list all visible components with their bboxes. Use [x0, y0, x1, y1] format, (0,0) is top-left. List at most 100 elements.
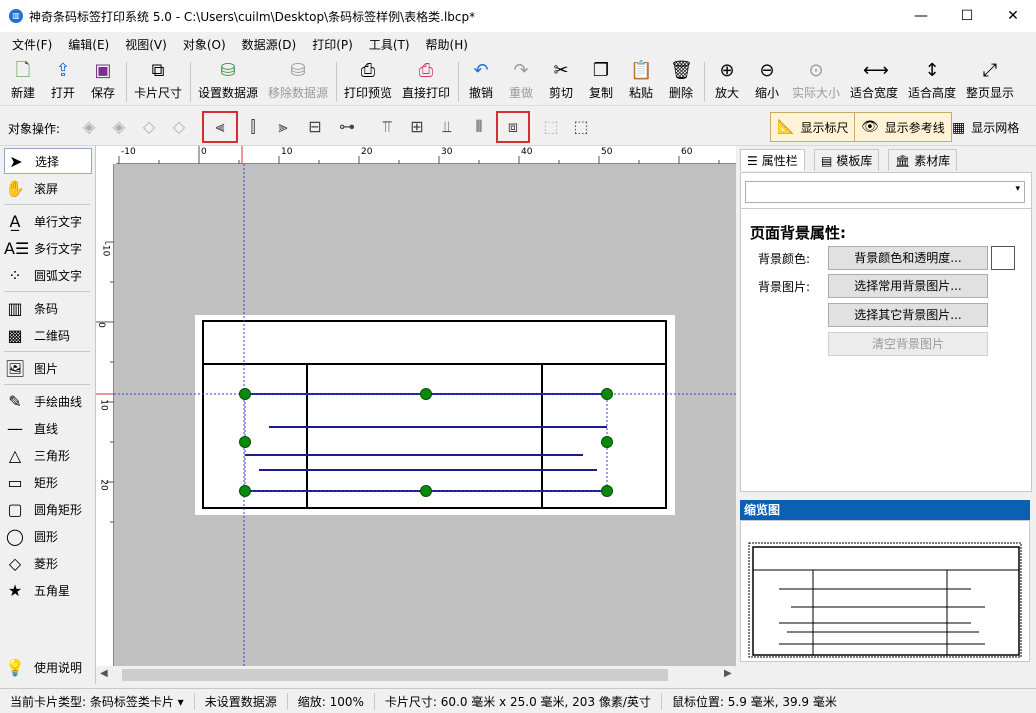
distribute-v-icon[interactable]: ⧈: [496, 111, 530, 143]
save-button[interactable]: ▣ 保存: [86, 60, 120, 104]
align-bottom-icon[interactable]: ⫫: [434, 114, 460, 140]
lightbulb-icon: 💡: [5, 657, 25, 677]
remove-datasource-button[interactable]: ⛁ 移除数据源: [266, 60, 330, 104]
tool-star[interactable]: ★ 五角星: [4, 577, 92, 603]
scissors-icon: ✂: [553, 60, 569, 81]
undo-button[interactable]: ↶ 撤销: [464, 60, 498, 104]
actual-size-button[interactable]: ⊙ 实际大小: [790, 60, 842, 104]
align-left-icon[interactable]: ⫷: [202, 111, 238, 143]
tool-scroll[interactable]: ✋ 滚屏: [4, 175, 92, 201]
zoom-in-button[interactable]: ⊕ 放大: [710, 60, 744, 104]
tool-rounded-rect[interactable]: ▢ 圆角矩形: [4, 496, 92, 522]
bg-other-image-button[interactable]: 选择其它背景图片...: [828, 303, 988, 327]
align-center-h-icon[interactable]: ⫿: [240, 114, 266, 140]
zoom-out-button[interactable]: ⊖ 缩小: [750, 60, 784, 104]
show-grid-toggle[interactable]: ▦ 显示网格: [952, 119, 1019, 136]
tool-diamond[interactable]: ◇ 菱形: [4, 550, 92, 576]
bring-forward-icon[interactable]: ◈: [106, 114, 132, 140]
close-button[interactable]: ✕: [990, 0, 1036, 32]
card-size-button[interactable]: ⧉ 卡片尺寸: [132, 60, 184, 104]
fit-page-button[interactable]: ⤢ 整页显示: [964, 60, 1016, 104]
show-guides-toggle[interactable]: 👁 显示参考线: [854, 112, 952, 142]
ruler-label: 30: [441, 147, 453, 157]
menu-tools[interactable]: 工具(T): [361, 36, 418, 53]
tool-qrcode[interactable]: ▩ 二维码: [4, 322, 92, 348]
menu-datasource[interactable]: 数据源(D): [234, 36, 305, 53]
resize-handle[interactable]: [420, 388, 432, 400]
cut-button[interactable]: ✂ 剪切: [544, 60, 578, 104]
resize-handle[interactable]: [601, 436, 613, 448]
maximize-button[interactable]: ☐: [944, 0, 990, 32]
clear-bg-image-button[interactable]: 清空背景图片: [828, 332, 988, 356]
set-datasource-button[interactable]: ⛁ 设置数据源: [196, 60, 260, 104]
tool-multi-text[interactable]: A☰ 多行文字: [4, 235, 92, 261]
send-back-icon[interactable]: ◇: [166, 114, 192, 140]
menu-file[interactable]: 文件(F): [4, 36, 60, 53]
menu-help[interactable]: 帮助(H): [418, 36, 476, 53]
resize-handle[interactable]: [601, 485, 613, 497]
align-top-icon[interactable]: ⫪: [374, 114, 400, 140]
tool-line[interactable]: — 直线: [4, 415, 92, 441]
fit-width-button[interactable]: ⟷ 适合宽度: [848, 60, 900, 104]
horizontal-ruler[interactable]: -10 0 10 20 30 40 50 60: [116, 146, 736, 164]
tool-rectangle[interactable]: ▭ 矩形: [4, 469, 92, 495]
ungroup-icon[interactable]: ⬚: [568, 114, 594, 140]
bg-color-button[interactable]: 背景颜色和透明度...: [828, 246, 988, 270]
resize-handle[interactable]: [239, 436, 251, 448]
tool-arc-text[interactable]: ⁘ 圆弧文字: [4, 262, 92, 288]
distribute-h-icon[interactable]: ⊶: [332, 114, 362, 140]
bg-common-image-button[interactable]: 选择常用背景图片...: [828, 274, 988, 298]
chevron-down-icon[interactable]: ▾: [1015, 184, 1020, 194]
same-width-icon[interactable]: ⊟: [302, 114, 328, 140]
menu-object[interactable]: 对象(O): [175, 36, 234, 53]
toolbar-separator: [190, 62, 191, 102]
scrollbar-thumb[interactable]: [122, 669, 668, 681]
fit-height-button[interactable]: ↕ 适合高度: [906, 60, 958, 104]
tool-image[interactable]: 🖼 图片: [4, 355, 92, 381]
resize-handle[interactable]: [239, 388, 251, 400]
print-preview-button[interactable]: ⎙ 打印预览: [342, 60, 394, 104]
ruler-label: 50: [601, 147, 613, 157]
align-right-icon[interactable]: ⫸: [270, 114, 296, 140]
menu-edit[interactable]: 编辑(E): [60, 36, 117, 53]
bg-color-swatch[interactable]: [991, 246, 1015, 270]
bring-front-icon[interactable]: ◈: [76, 114, 102, 140]
open-button[interactable]: ⇪ 打开: [46, 60, 80, 104]
status-card-type[interactable]: 当前卡片类型: 条码标签类卡片 ▾: [0, 692, 195, 710]
minimize-button[interactable]: —: [898, 0, 944, 32]
tab-properties[interactable]: ☰ 属性栏: [740, 149, 805, 171]
tool-triangle[interactable]: △ 三角形: [4, 442, 92, 468]
scroll-left-icon[interactable]: ◀: [100, 668, 108, 679]
align-middle-v-icon[interactable]: ⊞: [404, 114, 430, 140]
direct-print-button[interactable]: ⎙ 直接打印: [400, 60, 452, 104]
tool-barcode[interactable]: ▥ 条码: [4, 295, 92, 321]
label-page[interactable]: [195, 315, 675, 515]
menu-view[interactable]: 视图(V): [117, 36, 175, 53]
tab-assets[interactable]: 🏛 素材库: [888, 149, 958, 171]
scroll-right-icon[interactable]: ▶: [724, 668, 732, 679]
resize-handle[interactable]: [239, 485, 251, 497]
new-button[interactable]: 🗋 新建: [6, 60, 40, 104]
tool-ellipse[interactable]: ◯ 圆形: [4, 523, 92, 549]
thumbnail-panel[interactable]: [740, 520, 1030, 662]
send-backward-icon[interactable]: ◇: [136, 114, 162, 140]
tool-select[interactable]: ➤ 选择: [4, 148, 92, 174]
tool-freehand[interactable]: ✎ 手绘曲线: [4, 388, 92, 414]
object-selector[interactable]: ▾: [745, 181, 1025, 203]
redo-button[interactable]: ↷ 重做: [504, 60, 538, 104]
group-icon[interactable]: ⬚: [538, 114, 564, 140]
resize-handle[interactable]: [601, 388, 613, 400]
copy-button[interactable]: ❐ 复制: [584, 60, 618, 104]
same-height-icon[interactable]: ⫴: [466, 114, 492, 140]
label-canvas[interactable]: [114, 164, 736, 666]
paste-button[interactable]: 📋 粘贴: [624, 60, 658, 104]
vertical-ruler[interactable]: -10 0 10 20: [96, 164, 114, 666]
show-ruler-toggle[interactable]: 📐 显示标尺: [770, 112, 856, 142]
menu-print[interactable]: 打印(P): [304, 36, 361, 53]
tab-templates[interactable]: ▤ 模板库: [814, 149, 880, 171]
tool-single-text[interactable]: A̲ 单行文字: [4, 208, 92, 234]
delete-button[interactable]: 🗑 删除: [664, 60, 698, 104]
resize-handle[interactable]: [420, 485, 432, 497]
grid-icon: ▦: [952, 119, 966, 136]
help-button[interactable]: 💡 使用说明: [4, 654, 92, 680]
